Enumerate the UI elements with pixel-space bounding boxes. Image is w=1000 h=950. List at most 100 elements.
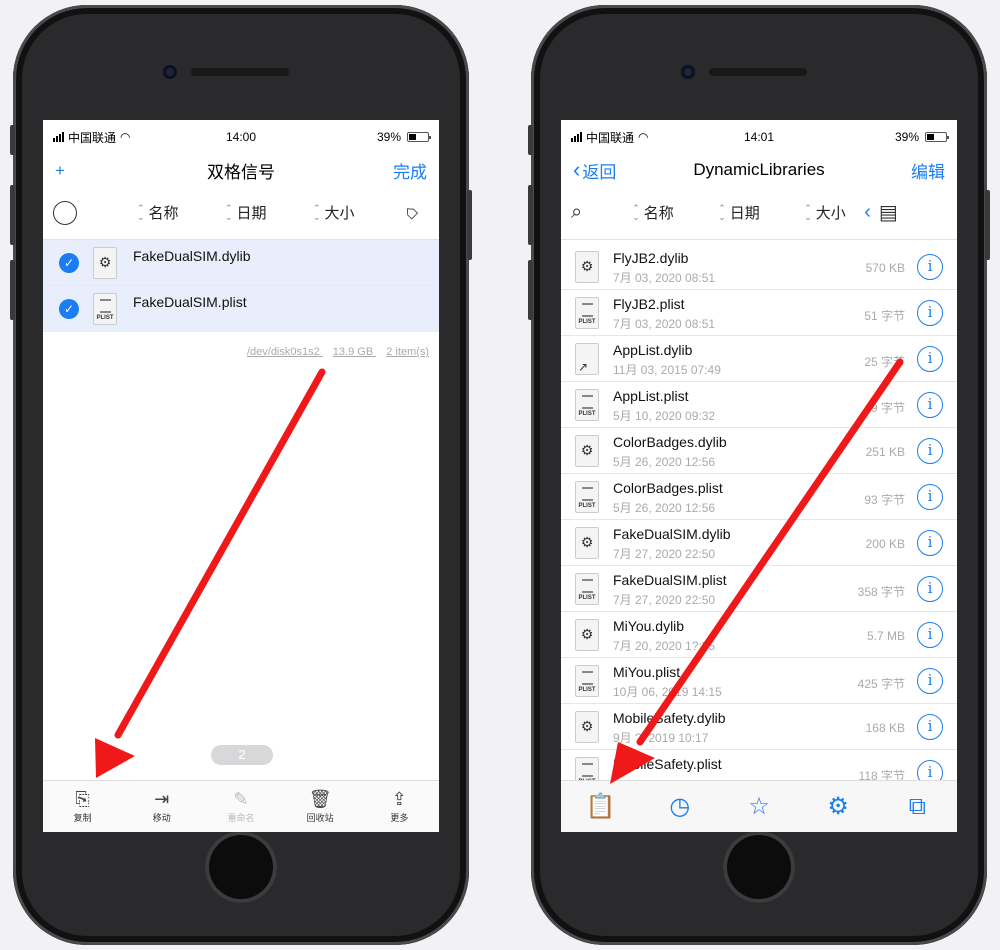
- file-date: 7月 03, 2020 08:51: [613, 271, 716, 285]
- list-item[interactable]: PLIST ColorBadges.plist 5月 26, 2020 12:56…: [561, 474, 957, 520]
- info-icon[interactable]: i: [917, 484, 943, 510]
- grid-view-icon[interactable]: ▤: [879, 200, 898, 225]
- list-item[interactable]: ⚙ FlyJB2.dylib 7月 03, 2020 08:51 570 KB i: [561, 244, 957, 290]
- info-icon[interactable]: i: [917, 760, 943, 780]
- file-name: MiYou.dylib: [613, 618, 685, 634]
- search-icon[interactable]: ⌕: [571, 201, 582, 224]
- move-button[interactable]: ⇥ 移动: [132, 789, 192, 824]
- list-item[interactable]: ↗ AppList.dylib 11月 03, 2015 07:49 25 字节 …: [561, 336, 957, 382]
- sort-arrows-icon: ⌃ ⌄: [632, 202, 640, 222]
- file-name: MiYou.plist: [613, 664, 681, 680]
- trash-button[interactable]: 🗑 回收站: [290, 789, 350, 824]
- file-size: 425 字节: [857, 677, 905, 691]
- edit-button[interactable]: 编辑: [865, 158, 945, 183]
- more-button[interactable]: ⇪ 更多: [369, 789, 429, 824]
- page-title: 双格信号: [207, 162, 275, 182]
- file-row[interactable]: ✓ ⚙ FakeDualSIM.dylib: [43, 240, 439, 286]
- info-icon[interactable]: i: [917, 392, 943, 418]
- list-item[interactable]: PLIST FlyJB2.plist 7月 03, 2020 08:51 51 字…: [561, 290, 957, 336]
- earpiece-speaker: [191, 68, 289, 76]
- list-item[interactable]: PLIST MobileSafety.plist 118 字节 i: [561, 750, 957, 780]
- action-toolbar: ⎘ 复制 ⇥ 移动 ✎ 重命名 🗑 回收站 ⇪ 更多: [43, 780, 439, 832]
- info-icon[interactable]: i: [917, 530, 943, 556]
- item-count: 2 item(s): [386, 346, 429, 358]
- sort-by-date[interactable]: ⌃ ⌄ 日期: [718, 202, 804, 223]
- file-size: 251 KB: [865, 445, 905, 459]
- home-button[interactable]: [723, 831, 795, 903]
- file-date: 11月 03, 2015 07:49: [613, 363, 721, 377]
- volume-down-button: [528, 260, 533, 320]
- info-icon[interactable]: i: [917, 668, 943, 694]
- checkmark-icon[interactable]: ✓: [59, 252, 79, 273]
- file-size: 200 KB: [865, 537, 905, 551]
- home-button[interactable]: [205, 831, 277, 903]
- list-item[interactable]: ⚙ MobileSafety.dylib 9月 ?, 2019 10:17 168…: [561, 704, 957, 750]
- disk-capacity: 13.9 GB: [332, 346, 374, 358]
- earpiece-speaker: [709, 68, 807, 76]
- list-item[interactable]: PLIST FakeDualSIM.plist 7月 27, 2020 22:50…: [561, 566, 957, 612]
- list-item[interactable]: PLIST MiYou.plist 10月 06, 2019 14:15 425 …: [561, 658, 957, 704]
- sort-bar: ⌃ ⌄ 名称 ⌃ ⌄ 日期 ⌃ ⌄ 大小 ⌂: [43, 186, 439, 240]
- star-icon[interactable]: ☆: [729, 792, 789, 821]
- sort-by-name[interactable]: ⌃ ⌄ 名称: [137, 202, 225, 223]
- plist-file-icon: PLIST: [575, 296, 599, 329]
- clipboard-icon[interactable]: 📋: [571, 792, 631, 821]
- nav-bar: ‹ 返回 DynamicLibraries 编辑: [561, 154, 957, 186]
- info-icon[interactable]: i: [917, 622, 943, 648]
- sort-arrows-icon: ⌃ ⌄: [804, 202, 812, 222]
- list-item[interactable]: ⚙ MiYou.dylib 7月 20, 2020 1?:?5 5.7 MB i: [561, 612, 957, 658]
- file-name: FakeDualSIM.dylib: [133, 248, 251, 264]
- windows-icon[interactable]: ⧉: [887, 793, 947, 821]
- rename-button[interactable]: ✎ 重命名: [211, 789, 271, 824]
- carrier-label: 中国联通: [68, 130, 117, 145]
- clock-icon[interactable]: ◷: [650, 792, 710, 821]
- checkmark-icon[interactable]: ✓: [59, 298, 79, 319]
- chevron-left-icon[interactable]: ‹: [864, 201, 871, 224]
- file-date: 5月 26, 2020 12:56: [613, 455, 716, 469]
- list-item[interactable]: ⚙ FakeDualSIM.dylib 7月 27, 2020 22:50 200…: [561, 520, 957, 566]
- battery-icon: [925, 132, 949, 142]
- sort-by-name[interactable]: ⌃ ⌄ 名称: [632, 202, 718, 223]
- volume-down-button: [10, 260, 15, 320]
- list-item[interactable]: ⚙ ColorBadges.dylib 5月 26, 2020 12:56 251…: [561, 428, 957, 474]
- file-size: 168 KB: [865, 721, 905, 735]
- file-row[interactable]: ✓ PLIST FakeDualSIM.plist: [43, 286, 439, 332]
- page-title: DynamicLibraries: [693, 160, 825, 179]
- back-label: 返回: [582, 162, 617, 182]
- sort-by-size[interactable]: ⌃ ⌄ 大小: [804, 202, 864, 223]
- info-icon[interactable]: i: [917, 254, 943, 280]
- file-name: FakeDualSIM.plist: [133, 294, 247, 310]
- info-icon[interactable]: i: [917, 438, 943, 464]
- back-button[interactable]: ‹ 返回: [573, 157, 653, 183]
- dylib-gear-icon: ⚙: [575, 250, 599, 283]
- gear-icon[interactable]: ⚙: [808, 792, 868, 821]
- carrier-label: 中国联通: [586, 130, 635, 145]
- move-label: 移动: [152, 813, 171, 823]
- info-icon[interactable]: i: [917, 346, 943, 372]
- copy-button[interactable]: ⎘ 复制: [53, 789, 113, 824]
- wifi-icon: ◠: [638, 130, 649, 144]
- signal-icon: [53, 132, 64, 142]
- info-icon[interactable]: i: [917, 300, 943, 326]
- file-date: 7月 03, 2020 08:51: [613, 317, 716, 331]
- info-icon[interactable]: i: [917, 576, 943, 602]
- sort-by-date[interactable]: ⌃ ⌄ 日期: [225, 202, 313, 223]
- file-size: 9 字节: [870, 401, 905, 415]
- add-button[interactable]: +: [55, 162, 135, 179]
- file-date: 10月 06, 2019 14:15: [613, 685, 722, 699]
- file-size: 358 字节: [857, 585, 905, 599]
- file-size: 118 字节: [858, 769, 905, 780]
- done-button[interactable]: 完成: [347, 158, 427, 183]
- info-icon[interactable]: i: [917, 714, 943, 740]
- select-all-circle[interactable]: [53, 200, 77, 225]
- file-size: 570 KB: [865, 261, 905, 275]
- file-name: FlyJB2.plist: [613, 296, 685, 312]
- sort-size-label: 大小: [815, 205, 846, 222]
- sort-by-size[interactable]: ⌃ ⌄ 大小: [313, 202, 401, 223]
- symlink-file-icon: ↗: [575, 342, 599, 375]
- file-size: 5.7 MB: [866, 629, 905, 643]
- tag-icon[interactable]: ⌂: [399, 200, 424, 225]
- list-item[interactable]: PLIST AppList.plist 5月 10, 2020 09:32 9 字…: [561, 382, 957, 428]
- front-camera: [163, 65, 177, 79]
- sort-size-label: 大小: [324, 205, 355, 222]
